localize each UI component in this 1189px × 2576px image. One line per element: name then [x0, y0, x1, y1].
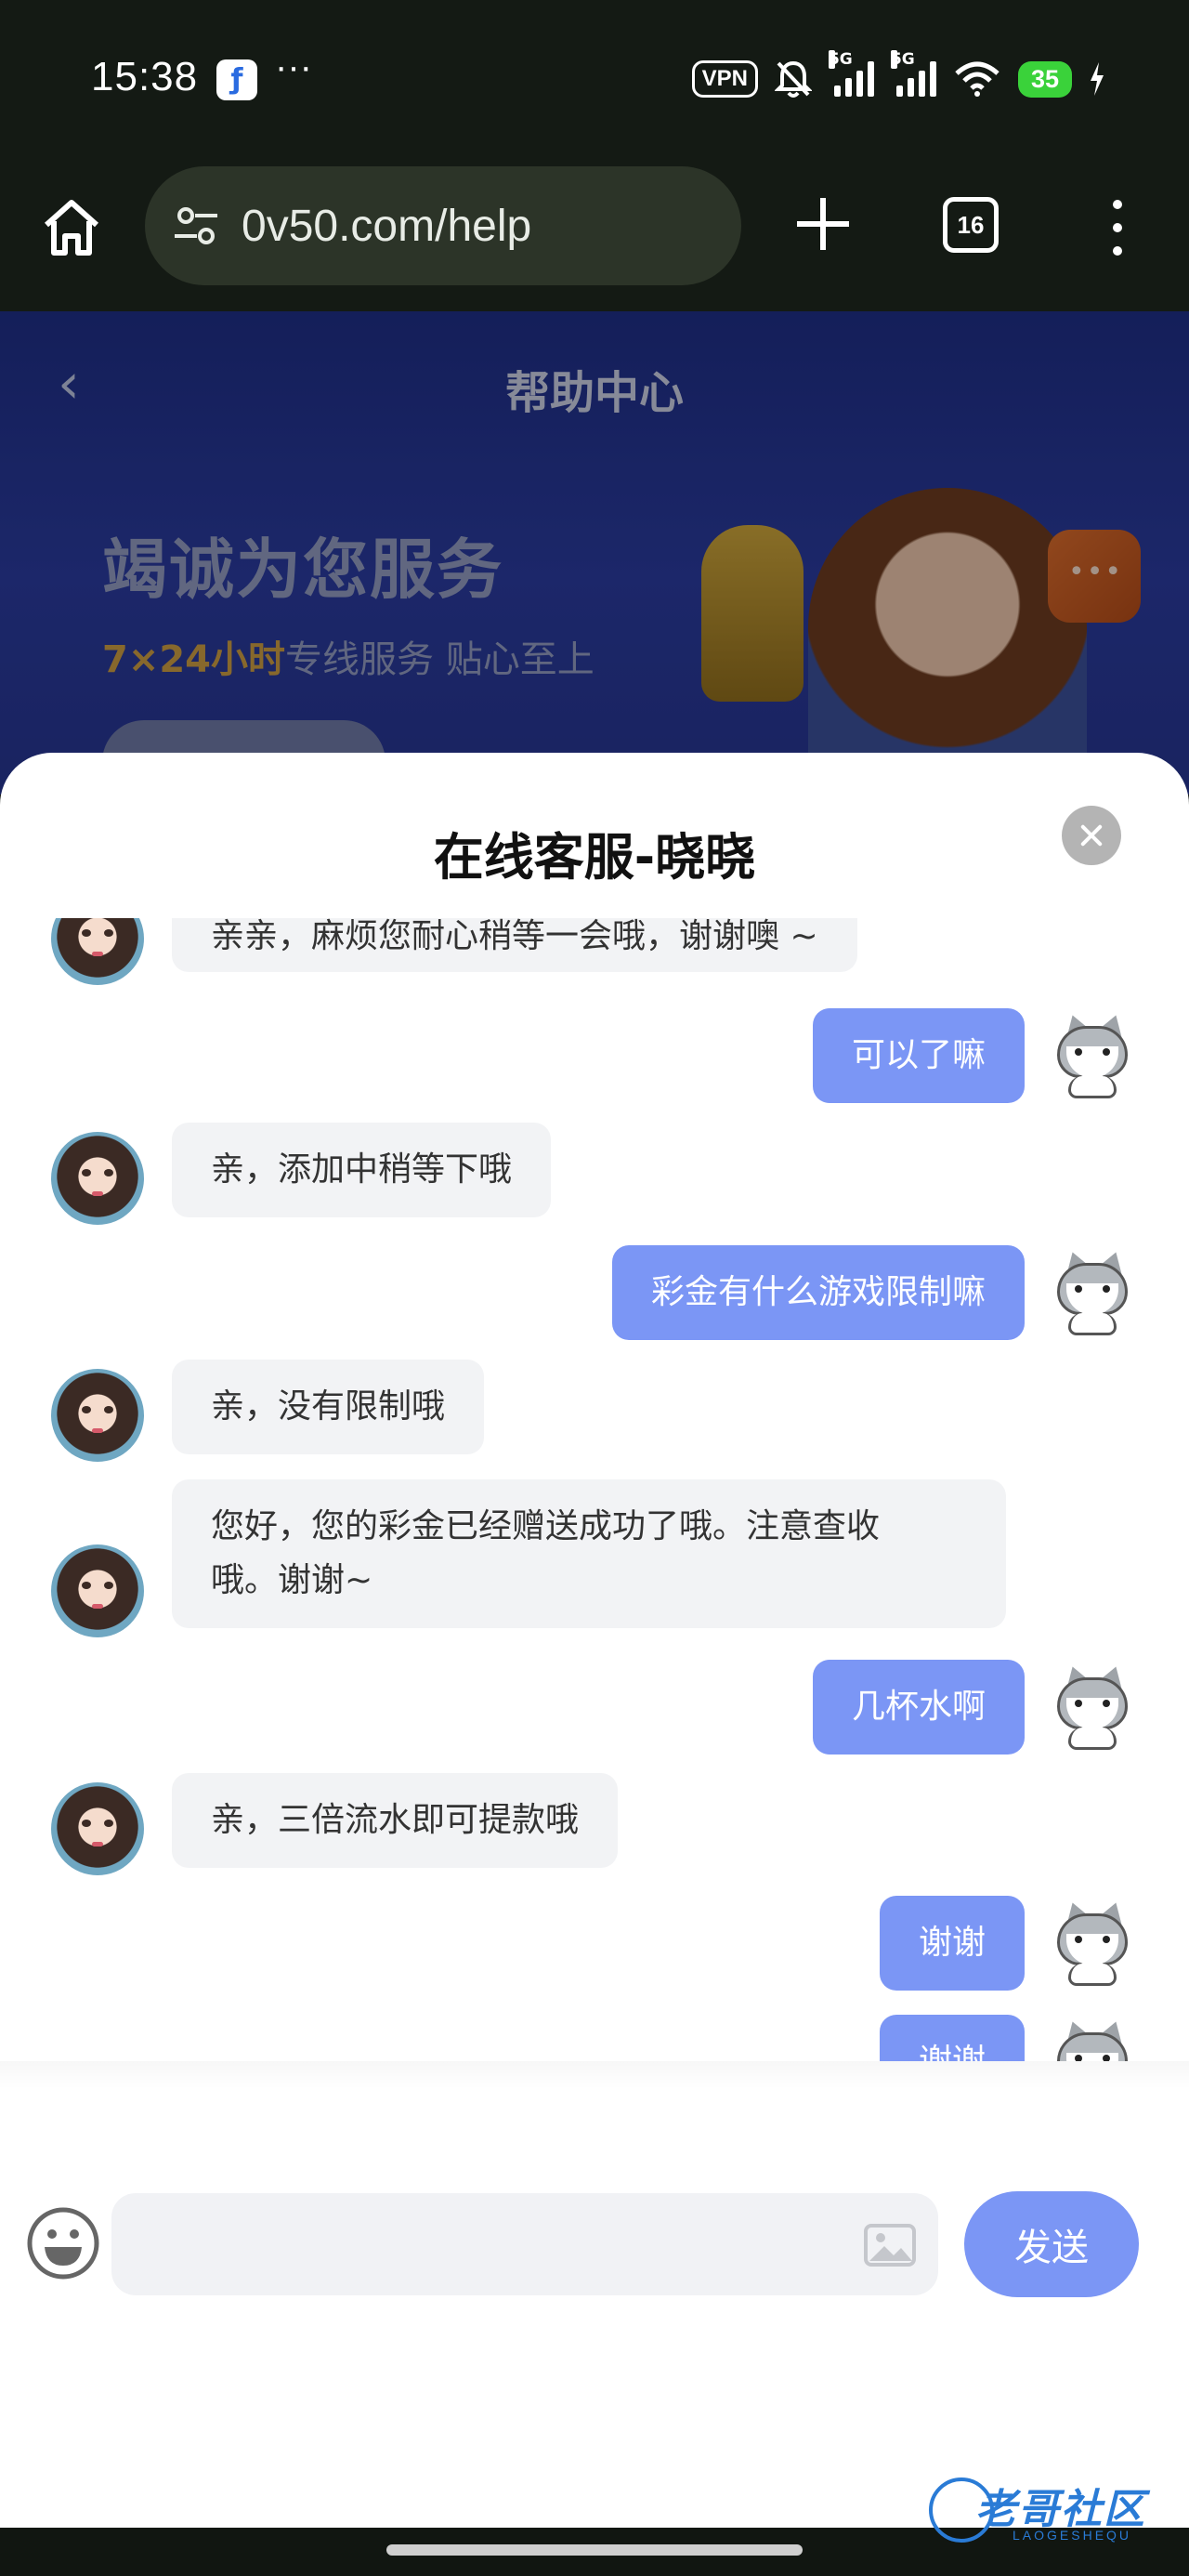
- home-icon[interactable]: [39, 195, 104, 260]
- divider: [0, 2061, 1189, 2089]
- chat-input-area: 发送: [0, 2061, 1189, 2528]
- user-avatar: [1048, 2017, 1137, 2061]
- site-settings-icon[interactable]: [169, 199, 223, 253]
- agent-avatar: [51, 1132, 144, 1225]
- agent-message-line: 哦。谢谢~: [211, 1561, 373, 1599]
- user-avatar: [1048, 1248, 1137, 1337]
- url-text: 0v50.com/help: [242, 201, 532, 251]
- watermark-subtext: LAOGESHEQU: [1013, 2528, 1132, 2543]
- tab-switcher-button[interactable]: 16: [943, 197, 999, 253]
- status-icons: VPN 5G 5G 35: [691, 50, 1105, 104]
- agent-message-bubble: 亲，三倍流水即可提款哦: [172, 1773, 619, 1868]
- user-avatar: [1048, 1899, 1137, 1988]
- new-tab-icon[interactable]: [790, 191, 856, 257]
- user-avatar: [1048, 1663, 1137, 1752]
- help-page-background: ‹ 帮助中心 竭诚为您服务 7×24小时专线服务 贴心至上: [0, 311, 1189, 795]
- agent-avatar: [51, 1782, 144, 1875]
- image-upload-icon[interactable]: [864, 2224, 916, 2267]
- user-message-bubble: 可以了嘛: [812, 1008, 1025, 1103]
- agent-message-bubble: 亲，添加中稍等下哦: [172, 1123, 552, 1217]
- address-bar[interactable]: 0v50.com/help: [145, 166, 741, 285]
- status-time: 15:38: [91, 54, 199, 99]
- more-notifications-icon: ···: [275, 46, 312, 87]
- emoji-icon[interactable]: [26, 2206, 100, 2280]
- chat-header: 在线客服-晓晓: [0, 753, 1189, 918]
- agent-message-line: 您好，您的彩金已经赠送成功了哦。注意查收: [211, 1507, 881, 1545]
- user-avatar: [1048, 1011, 1137, 1100]
- agent-avatar: [51, 1369, 144, 1462]
- user-message-bubble: 谢谢: [879, 2015, 1025, 2061]
- vpn-icon: VPN: [691, 60, 758, 98]
- agent-message-bubble: 亲亲，麻烦您耐心稍等一会哦，谢谢噢 ~: [172, 918, 857, 972]
- browser-toolbar: 0v50.com/help 16: [0, 153, 1189, 311]
- message-list[interactable]: 亲亲，麻烦您耐心稍等一会哦，谢谢噢 ~ 可以了嘛 亲，添加中稍等下哦 彩金有什么…: [0, 918, 1189, 2061]
- signal-icon-1: 5G: [828, 50, 874, 97]
- agent-message-bubble: 亲，没有限制哦: [172, 1360, 485, 1454]
- agent-avatar: [51, 918, 144, 985]
- agent-avatar: [51, 1544, 144, 1637]
- chat-modal: 在线客服-晓晓 亲亲，麻烦您耐心稍等一会哦，谢谢噢 ~ 可以了嘛 亲，添加中稍等…: [0, 753, 1189, 2528]
- send-button[interactable]: 发送: [964, 2191, 1139, 2297]
- bell-muted-icon: [774, 60, 812, 98]
- home-indicator[interactable]: [386, 2544, 803, 2556]
- status-bar: 15:38 ƒ ··· VPN 5G 5G 35: [0, 0, 1189, 153]
- signal-icon-2: 5G: [890, 50, 936, 97]
- watermark-logo: 老哥社区 LAOGESHEQU: [929, 2470, 1180, 2554]
- battery-indicator: 35: [1017, 60, 1072, 98]
- user-message-bubble: 谢谢: [879, 1896, 1025, 1991]
- more-menu-icon[interactable]: [1104, 195, 1131, 260]
- wifi-icon: [955, 61, 1000, 97]
- close-icon[interactable]: [1062, 806, 1121, 865]
- agent-message-bubble: 您好，您的彩金已经赠送成功了哦。注意查收 哦。谢谢~: [172, 1479, 1006, 1628]
- watermark-text: 老哥社区: [975, 2486, 1146, 2533]
- app-notification-icon: ƒ: [216, 59, 257, 100]
- charging-icon: [1091, 62, 1104, 96]
- chat-title: 在线客服-晓晓: [433, 828, 756, 887]
- message-input[interactable]: [111, 2193, 938, 2295]
- user-message-bubble: 几杯水啊: [812, 1660, 1025, 1755]
- user-message-bubble: 彩金有什么游戏限制嘛: [611, 1245, 1025, 1340]
- overlay-dim[interactable]: [0, 311, 1189, 795]
